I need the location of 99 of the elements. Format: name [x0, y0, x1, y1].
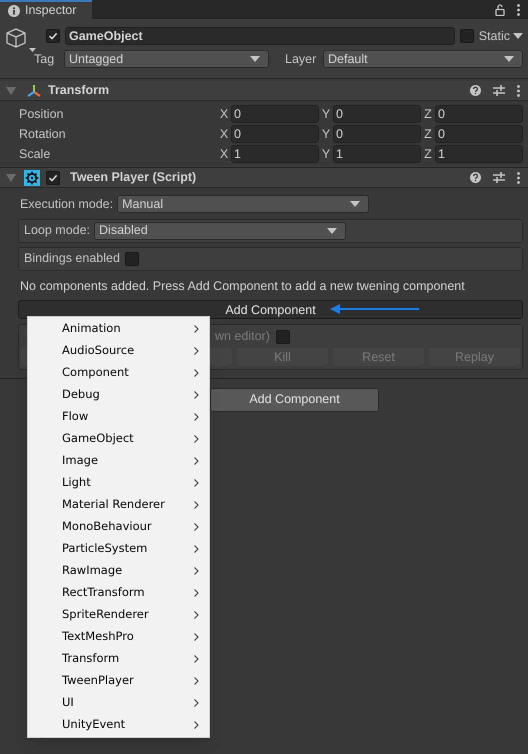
axis-label: X — [219, 146, 229, 163]
gear-icon — [24, 170, 40, 186]
menu-item[interactable]: MonoBehaviour — [28, 516, 209, 538]
axis-label: X — [219, 106, 229, 123]
chevron-icon — [194, 721, 199, 729]
axis-label: X — [219, 126, 229, 143]
chevron-icon — [194, 655, 199, 663]
chevron-icon — [194, 523, 199, 531]
axis-label: Y — [321, 126, 331, 143]
number-field[interactable]: 0 — [333, 105, 421, 123]
row-label: Rotation — [19, 126, 67, 143]
caret-icon — [327, 228, 338, 234]
arrow-icon — [330, 304, 419, 314]
menu-item[interactable]: Material Renderer — [28, 494, 209, 516]
static-dropdown[interactable]: Static — [478, 27, 523, 46]
menu-item[interactable]: TweenPlayer — [28, 670, 209, 692]
lock-icon[interactable] — [495, 4, 505, 16]
sliders-icon[interactable] — [493, 85, 505, 96]
axis-label: Y — [321, 106, 331, 123]
chevron-icon — [194, 633, 199, 641]
dropdown[interactable]: Untagged — [64, 50, 269, 68]
number-field[interactable]: 0 — [333, 125, 421, 143]
info-icon — [8, 4, 20, 16]
tag-label: Tag — [34, 50, 56, 68]
checkbox[interactable] — [276, 330, 290, 344]
row-label: Scale — [19, 146, 52, 163]
chevron-icon — [194, 479, 199, 487]
menu-item[interactable]: AudioSource — [28, 340, 209, 362]
chevron-icon — [194, 435, 199, 443]
help-icon[interactable] — [470, 172, 481, 183]
number-field[interactable]: 1 — [333, 145, 421, 163]
field-label: Bindings enabled — [24, 250, 120, 268]
more-icon[interactable] — [517, 4, 520, 16]
number-field[interactable]: 1 — [231, 145, 319, 163]
chevron-icon — [194, 589, 199, 597]
menu-item[interactable]: Component — [28, 362, 209, 384]
number-field[interactable]: 0 — [231, 105, 319, 123]
number-field[interactable]: 0 — [231, 125, 319, 143]
menu-item[interactable]: RawImage — [28, 560, 209, 582]
menu-item[interactable]: UI — [28, 692, 209, 714]
chevron-icon — [194, 611, 199, 619]
menu-item[interactable]: RectTransform — [28, 582, 209, 604]
inspector-tab[interactable]: Inspector — [0, 0, 92, 19]
more-icon[interactable] — [517, 172, 520, 184]
menu-item[interactable]: Light — [28, 472, 209, 494]
chevron-icon — [194, 347, 199, 355]
sliders-icon[interactable] — [493, 172, 505, 183]
chevron-icon — [194, 567, 199, 575]
number-field[interactable]: 1 — [435, 145, 523, 163]
menu-item[interactable]: UnityEvent — [28, 714, 209, 736]
row-label: Position — [19, 106, 64, 123]
chevron-icon — [194, 677, 199, 685]
field-label: Execution mode: — [20, 196, 114, 213]
menu-item[interactable]: Image — [28, 450, 209, 472]
caret-icon — [504, 56, 514, 62]
checkbox[interactable] — [460, 29, 474, 44]
menu-item[interactable]: Flow — [28, 406, 209, 428]
caret-icon — [513, 33, 523, 40]
dropdown[interactable]: Disabled — [94, 222, 346, 240]
menu-item[interactable]: ParticleSystem — [28, 538, 209, 560]
number-field[interactable]: 0 — [435, 125, 523, 143]
dropdown[interactable]: Default — [323, 50, 523, 68]
chevron-icon — [194, 391, 199, 399]
menu-item[interactable]: Debug — [28, 384, 209, 406]
help-icon[interactable] — [470, 85, 481, 96]
chevron-icon — [194, 413, 199, 421]
info-message: No components added. Press Add Component to add a new twening component — [19, 278, 466, 293]
name-field[interactable]: GameObject — [65, 27, 455, 46]
number-field[interactable]: 0 — [435, 105, 523, 123]
chevron-icon — [194, 545, 199, 553]
add-component-button[interactable]: Add Component — [18, 300, 523, 319]
axis-label: Z — [423, 126, 433, 143]
dropdown[interactable]: Manual — [117, 195, 370, 214]
checkbox[interactable] — [124, 252, 139, 266]
chevron-icon — [194, 501, 199, 509]
more-icon[interactable] — [517, 84, 520, 96]
field-label: wn editor) — [215, 328, 270, 346]
caret-icon — [350, 201, 360, 208]
field-label: Loop mode: — [24, 222, 90, 240]
menu-item[interactable]: Transform — [28, 648, 209, 670]
menu-item[interactable]: SpriteRenderer — [28, 604, 209, 626]
axis-label: Z — [423, 146, 433, 163]
add-component-button[interactable]: Add Component — [210, 388, 379, 412]
component-header[interactable]: Transform — [0, 81, 528, 101]
chevron-icon — [194, 325, 199, 333]
checkbox[interactable] — [46, 29, 60, 44]
chevron-icon — [194, 369, 199, 377]
axes-icon — [26, 84, 42, 98]
menu-item[interactable]: GameObject — [28, 428, 209, 450]
caret-icon — [250, 56, 260, 62]
component-header[interactable]: Tween Player (Script) — [0, 168, 528, 188]
menu-item[interactable]: TextMeshPro — [28, 626, 209, 648]
chevron-icon — [194, 699, 199, 707]
layer-label: Layer — [285, 50, 318, 68]
axis-label: Z — [423, 106, 433, 123]
axis-label: Y — [321, 146, 331, 163]
menu-item[interactable]: Animation — [28, 318, 209, 340]
checkbox[interactable] — [46, 170, 60, 184]
chevron-icon — [194, 457, 199, 465]
